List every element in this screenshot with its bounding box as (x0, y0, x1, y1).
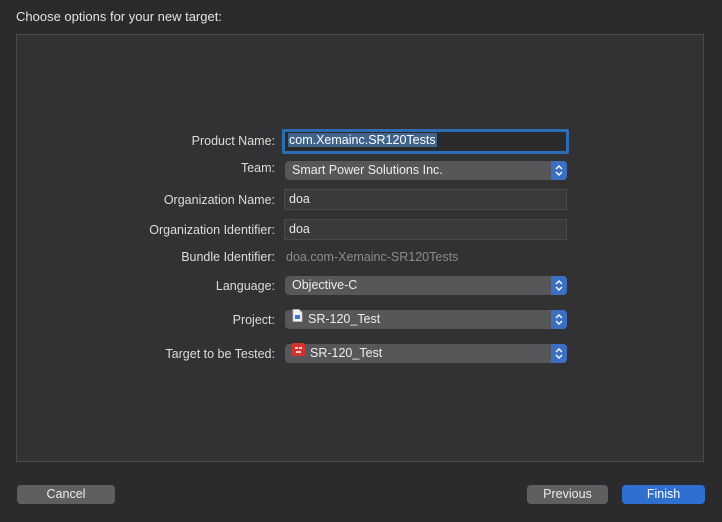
org-name-field[interactable]: doa (284, 189, 567, 210)
finish-button[interactable]: Finish (622, 485, 705, 504)
language-popup[interactable]: Objective-C (285, 276, 567, 295)
up-down-chevron-icon (551, 310, 567, 329)
up-down-chevron-icon (551, 344, 567, 363)
app-target-icon (292, 343, 305, 362)
language-value: Objective-C (292, 278, 358, 292)
bundle-id-value: doa.com-Xemainc-SR120Tests (286, 250, 459, 264)
up-down-chevron-icon (551, 161, 567, 180)
dialog-heading: Choose options for your new target: (16, 9, 222, 24)
org-id-field[interactable]: doa (284, 219, 567, 240)
product-name-label: Product Name: (191, 134, 275, 148)
project-file-icon (292, 309, 303, 328)
language-label: Language: (215, 279, 275, 293)
team-label: Team: (240, 161, 275, 175)
options-panel (16, 34, 704, 462)
team-value: Smart Power Solutions Inc. (292, 163, 443, 177)
project-value: SR-120_Test (308, 312, 381, 326)
org-name-label: Organization Name: (163, 193, 275, 207)
previous-button[interactable]: Previous (527, 485, 608, 504)
up-down-chevron-icon (551, 276, 567, 295)
bundle-id-label: Bundle Identifier: (181, 250, 275, 264)
org-id-label: Organization Identifier: (149, 223, 275, 237)
target-value: SR-120_Test (310, 346, 383, 360)
team-popup[interactable]: Smart Power Solutions Inc. (285, 161, 567, 180)
project-label: Project: (232, 313, 275, 327)
target-popup[interactable]: SR-120_Test (285, 343, 567, 363)
product-name-value: com.Xemainc.SR120Tests (288, 133, 437, 147)
project-popup[interactable]: SR-120_Test (285, 309, 567, 329)
cancel-button[interactable]: Cancel (17, 485, 115, 504)
target-label: Target to be Tested: (165, 347, 275, 361)
product-name-field[interactable]: com.Xemainc.SR120Tests (282, 129, 569, 154)
